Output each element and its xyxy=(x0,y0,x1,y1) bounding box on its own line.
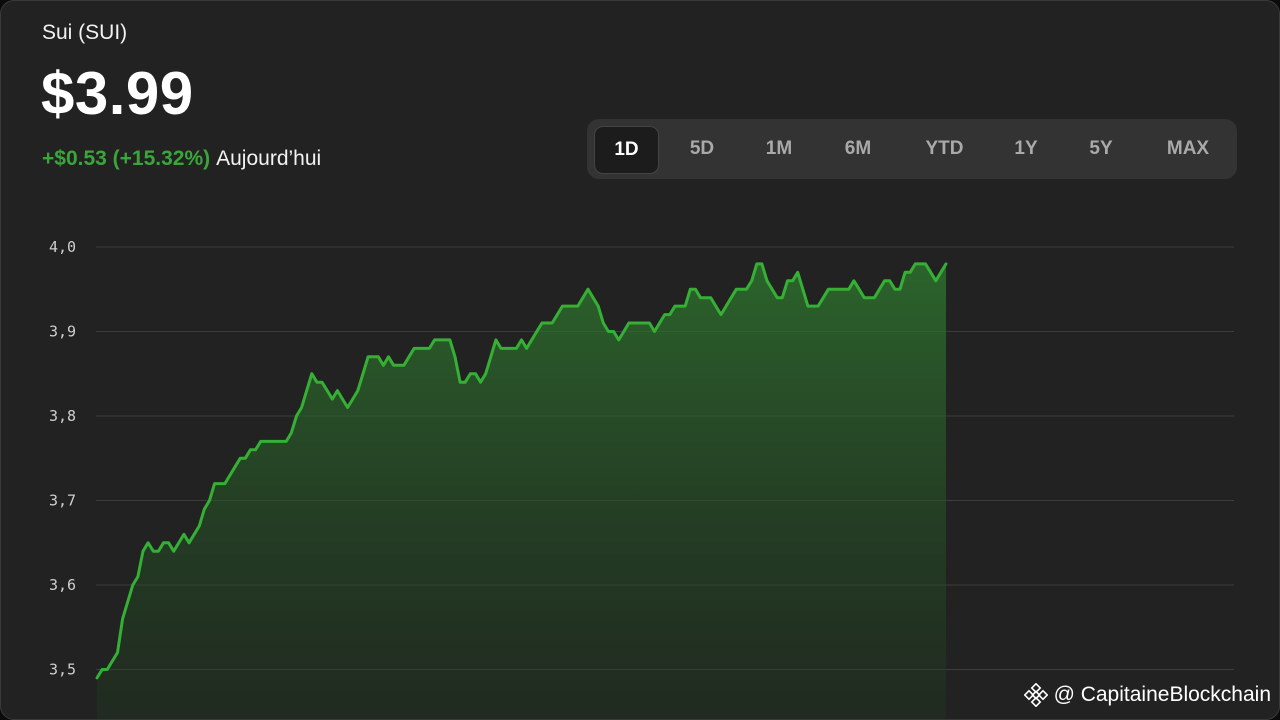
y-tick-label: 3,7 xyxy=(49,492,76,510)
watermark-handle: @ CapitaineBlockchain xyxy=(1053,683,1271,706)
y-tick-label: 3,6 xyxy=(49,576,76,594)
price-card: Sui (SUI) $3.99 +$0.53 (+15.32%) Aujourd’… xyxy=(0,0,1280,720)
y-tick-label: 3,8 xyxy=(49,407,76,425)
watermark: @ CapitaineBlockchain xyxy=(1023,683,1271,707)
y-tick-label: 4,0 xyxy=(49,238,76,256)
y-tick-label: 3,9 xyxy=(49,323,76,341)
price-area-fill xyxy=(97,263,946,719)
price-chart: 4,0 3,9 3,8 3,7 3,6 3,5 xyxy=(49,238,1234,719)
y-tick-label: 3,5 xyxy=(49,661,76,679)
binance-logo-icon xyxy=(1023,683,1048,707)
